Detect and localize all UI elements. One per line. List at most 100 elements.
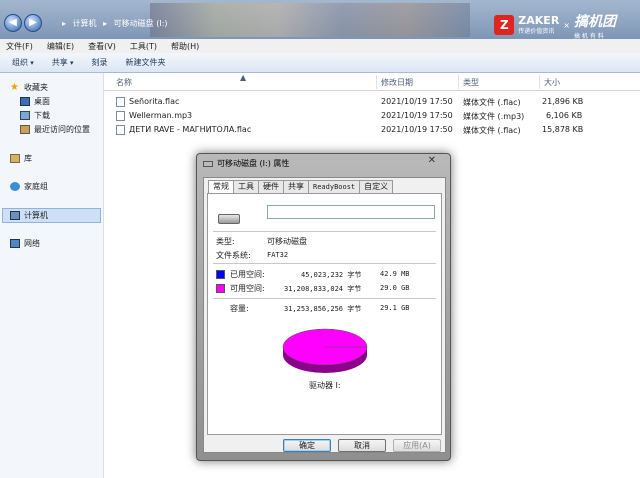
audio-file-icon <box>116 125 125 135</box>
fs-value: FAT32 <box>267 251 289 259</box>
file-type: 媒体文件 (.flac) <box>463 126 521 135</box>
nav-recent-label: 最近访问的位置 <box>34 125 90 134</box>
menu-help[interactable]: 帮助(H) <box>171 41 199 52</box>
zaker-logo: Z <box>494 15 515 35</box>
file-name: ДЕТИ RAVE - МАГНИТОЛА.flac <box>129 125 252 134</box>
file-modified: 2021/10/19 17:50 <box>381 125 453 134</box>
col-size[interactable]: 大小 <box>544 77 560 88</box>
capacity-bytes: 31,253,856,256 字节 <box>284 305 362 313</box>
apply-button[interactable]: 应用(A) <box>393 439 441 452</box>
tab-hardware[interactable]: 硬件 <box>258 180 284 193</box>
menu-file[interactable]: 文件(F) <box>6 41 33 52</box>
share-button[interactable]: 共享 <box>52 57 74 68</box>
type-label: 类型: <box>216 237 235 246</box>
breadcrumb[interactable]: ▸ 计算机 ▸ 可移动磁盘 (I:) <box>62 18 172 29</box>
file-row[interactable]: Señorita.flac 2021/10/19 17:50 媒体文件 (.fl… <box>104 95 640 109</box>
star-icon: ★ <box>10 82 19 93</box>
menu-view[interactable]: 查看(V) <box>88 41 116 52</box>
column-divider[interactable] <box>458 75 459 89</box>
close-icon[interactable]: ✕ <box>428 155 436 166</box>
desktop-icon <box>20 97 30 106</box>
nav-recent[interactable]: 最近访问的位置 <box>20 123 90 136</box>
nav-libraries-label: 库 <box>24 154 32 163</box>
col-modified[interactable]: 修改日期 <box>381 77 413 88</box>
file-size: 21,896 KB <box>542 97 584 106</box>
command-bar: 组织 共享 刻录 新建文件夹 <box>0 53 640 73</box>
menu-tools[interactable]: 工具(T) <box>130 41 157 52</box>
downloads-icon <box>20 111 30 120</box>
brand-x: × <box>563 20 570 30</box>
file-size: 15,878 KB <box>542 125 584 134</box>
desktop-thumbnails <box>150 3 470 37</box>
disk-usage-pie <box>282 328 368 373</box>
nav-favorites[interactable]: ★ 收藏夹 <box>10 81 48 94</box>
general-panel: 类型: 可移动磁盘 文件系统: FAT32 已用空间: 45,023,232 字… <box>207 193 442 435</box>
drive-letter-label: 驱动器 I: <box>309 381 341 390</box>
file-modified: 2021/10/19 17:50 <box>381 111 453 120</box>
tab-strip: 常规 工具 硬件 共享 ReadyBoost 自定义 <box>208 180 394 194</box>
breadcrumb-drive[interactable]: 可移动磁盘 (I:) <box>114 19 168 28</box>
new-folder-button[interactable]: 新建文件夹 <box>126 57 166 68</box>
divider <box>213 263 436 264</box>
breadcrumb-computer[interactable]: 计算机 <box>73 19 97 28</box>
nav-network[interactable]: 网络 <box>10 237 40 250</box>
used-label: 已用空间: <box>230 270 265 279</box>
col-name[interactable]: 名称 <box>116 77 132 88</box>
nav-downloads[interactable]: 下载 <box>20 109 50 122</box>
ok-button[interactable]: 确定 <box>283 439 331 452</box>
tab-general[interactable]: 常规 <box>208 180 234 194</box>
computer-icon <box>10 211 20 220</box>
nav-homegroup-label: 家庭组 <box>24 182 48 191</box>
free-label: 可用空间: <box>230 284 265 293</box>
file-row[interactable]: ДЕТИ RAVE - МАГНИТОЛА.flac 2021/10/19 17… <box>104 123 640 137</box>
file-name: Señorita.flac <box>129 97 180 106</box>
forward-arrow-icon[interactable]: ▶ <box>24 14 42 32</box>
address-bar: ◀ ▶ ▸ 计算机 ▸ 可移动磁盘 (I:) Z ZAKER 传递价值资讯 × … <box>0 0 640 40</box>
drive-name-input[interactable] <box>267 205 435 219</box>
nav-computer-label: 计算机 <box>24 211 48 220</box>
nav-desktop-label: 桌面 <box>34 97 50 106</box>
free-bytes: 31,208,833,024 字节 <box>284 285 362 293</box>
divider <box>213 231 436 232</box>
menu-edit[interactable]: 编辑(E) <box>47 41 74 52</box>
recent-places-icon <box>20 125 30 134</box>
sort-up-icon: ▲ <box>240 73 247 82</box>
nav-downloads-label: 下载 <box>34 111 50 120</box>
used-color-swatch <box>216 270 225 279</box>
navigation-pane: ★ 收藏夹 桌面 下载 最近访问的位置 库 家庭组 计算机 网络 <box>0 73 104 478</box>
file-type: 媒体文件 (.mp3) <box>463 112 525 121</box>
nav-desktop[interactable]: 桌面 <box>20 95 50 108</box>
file-row[interactable]: Wellerman.mp3 2021/10/19 17:50 媒体文件 (.mp… <box>104 109 640 123</box>
file-size: 6,106 KB <box>546 111 583 120</box>
homegroup-icon <box>10 182 20 191</box>
network-icon <box>10 239 20 248</box>
zaker-name: ZAKER <box>518 13 560 27</box>
nav-homegroup[interactable]: 家庭组 <box>10 180 48 193</box>
nav-libraries[interactable]: 库 <box>10 152 32 165</box>
partner-text: 搞机团 搞 机 有 料 <box>574 11 616 40</box>
free-size: 29.0 GB <box>380 284 410 292</box>
column-divider[interactable] <box>376 75 377 89</box>
tab-sharing[interactable]: 共享 <box>283 180 309 193</box>
dialog-body: 常规 工具 硬件 共享 ReadyBoost 自定义 类型: 可移动磁盘 文件系… <box>203 177 446 453</box>
capacity-label: 容量: <box>230 304 249 313</box>
tab-readyboost[interactable]: ReadyBoost <box>308 180 361 193</box>
back-arrow-icon[interactable]: ◀ <box>4 14 22 32</box>
column-divider[interactable] <box>539 75 540 89</box>
nav-network-label: 网络 <box>24 239 40 248</box>
breadcrumb-sep: ▸ <box>103 19 108 28</box>
capacity-size: 29.1 GB <box>380 304 410 312</box>
watermark-brand: Z ZAKER 传递价值资讯 × 搞机团 搞 机 有 料 <box>494 13 616 40</box>
nav-favorites-label: 收藏夹 <box>24 83 48 92</box>
nav-computer[interactable]: 计算机 <box>10 209 48 222</box>
burn-button[interactable]: 刻录 <box>92 57 108 68</box>
tab-customize[interactable]: 自定义 <box>359 180 394 193</box>
tab-tools[interactable]: 工具 <box>233 180 259 193</box>
file-type: 媒体文件 (.flac) <box>463 98 521 107</box>
cancel-button[interactable]: 取消 <box>338 439 386 452</box>
partner-name: 搞机团 <box>574 13 616 30</box>
breadcrumb-sep: ▸ <box>62 19 67 28</box>
organize-button[interactable]: 组织 <box>12 57 34 68</box>
col-type[interactable]: 类型 <box>463 77 479 88</box>
divider <box>213 298 436 299</box>
